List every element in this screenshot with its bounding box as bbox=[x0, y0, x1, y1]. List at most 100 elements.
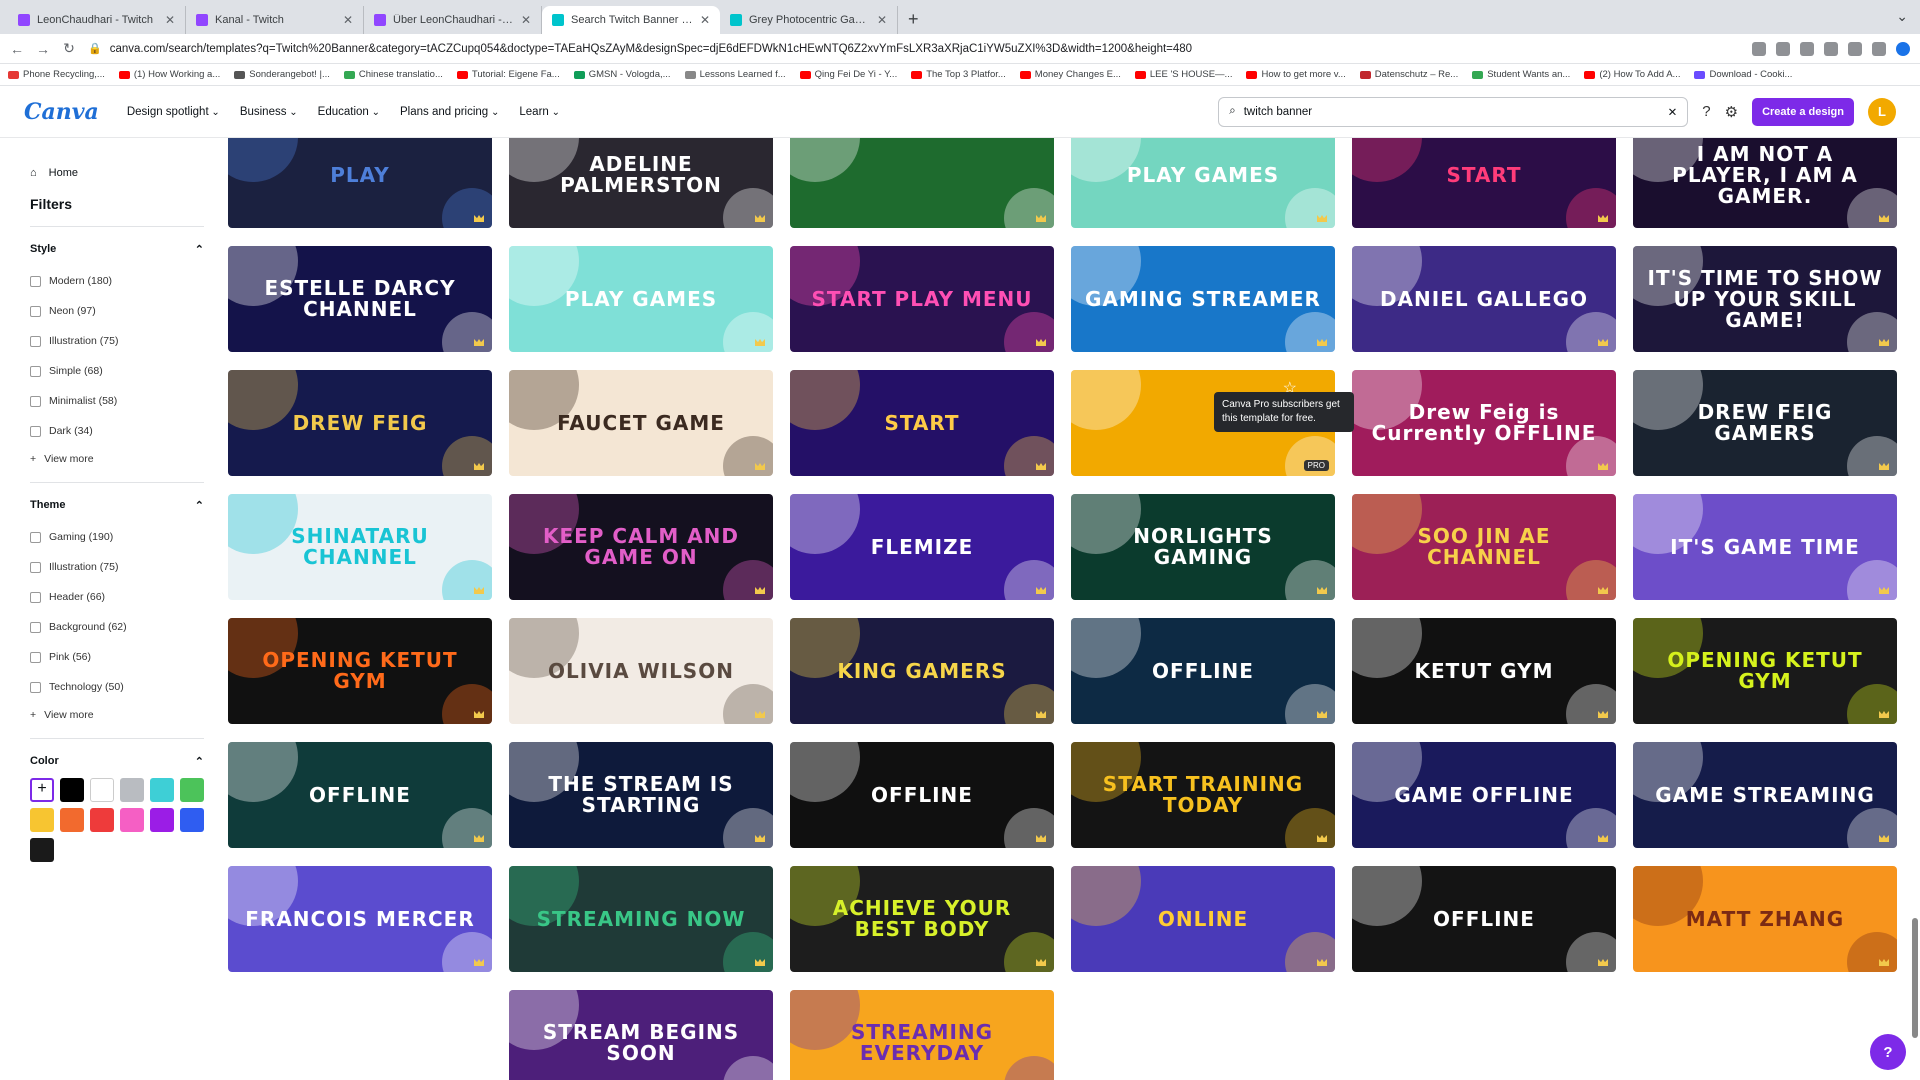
color-swatch[interactable] bbox=[150, 808, 174, 832]
template-card[interactable]: START bbox=[1352, 138, 1616, 228]
user-avatar[interactable]: L bbox=[1868, 97, 1896, 126]
bookmark-item[interactable]: Datenschutz – Re... bbox=[1359, 69, 1458, 80]
template-card[interactable]: STREAMING NOW bbox=[509, 866, 773, 972]
template-card[interactable]: DANIEL GALLEGO bbox=[1352, 246, 1616, 352]
checkbox[interactable] bbox=[30, 621, 41, 633]
bookmark-item[interactable]: (2) How To Add A... bbox=[1584, 69, 1680, 80]
bookmark-item[interactable]: (1) How Working a... bbox=[118, 69, 220, 80]
bookmark-item[interactable]: Sonderangebot! |... bbox=[234, 69, 330, 80]
template-card[interactable]: PLAY GAMES bbox=[509, 246, 773, 352]
template-card[interactable]: DREW FEIG bbox=[228, 370, 492, 476]
checkbox[interactable] bbox=[30, 275, 41, 287]
browser-tab[interactable]: LeonChaudhari - Twitch ✕ bbox=[8, 6, 186, 34]
template-card[interactable]: SHINATARU CHANNEL bbox=[228, 494, 492, 600]
tab-close-icon[interactable]: ✕ bbox=[877, 13, 887, 27]
scrollbar[interactable] bbox=[1912, 918, 1918, 1038]
bookmark-item[interactable]: Phone Recycling,... bbox=[8, 69, 105, 80]
tab-close-icon[interactable]: ✕ bbox=[700, 13, 710, 27]
bookmark-item[interactable]: Money Changes E... bbox=[1019, 69, 1121, 80]
template-card[interactable]: IT'S GAME TIME bbox=[1633, 494, 1897, 600]
style-filter-option[interactable]: Modern (180) bbox=[30, 266, 204, 296]
template-card[interactable]: START PLAY MENU bbox=[790, 246, 1054, 352]
template-card[interactable]: Drew Feig is Currently OFFLINE bbox=[1352, 370, 1616, 476]
style-view-more[interactable]: + View more bbox=[30, 446, 204, 472]
add-color-swatch[interactable]: + bbox=[30, 778, 54, 802]
checkbox[interactable] bbox=[30, 651, 41, 663]
bookmark-item[interactable]: GMSN - Vologda,... bbox=[573, 69, 671, 80]
color-swatch[interactable] bbox=[180, 778, 204, 802]
template-card[interactable]: OPENING KETUT GYM bbox=[1633, 618, 1897, 724]
theme-filter-option[interactable]: Header (66) bbox=[30, 582, 204, 612]
color-swatch[interactable] bbox=[120, 778, 144, 802]
color-swatch[interactable] bbox=[90, 808, 114, 832]
reload-icon[interactable]: ↻ bbox=[62, 40, 76, 57]
checkbox[interactable] bbox=[30, 365, 41, 377]
checkbox[interactable] bbox=[30, 305, 41, 317]
template-card[interactable]: PLAY GAMES bbox=[1071, 138, 1335, 228]
bookmark-item[interactable]: Qing Fei De Yi - Y... bbox=[799, 69, 897, 80]
template-card[interactable]: THE STREAM IS STARTING bbox=[509, 742, 773, 848]
checkbox[interactable] bbox=[30, 681, 41, 693]
theme-filter-option[interactable]: Illustration (75) bbox=[30, 552, 204, 582]
template-card[interactable]: ESTELLE DARCY CHANNEL bbox=[228, 246, 492, 352]
profile-icon[interactable] bbox=[1896, 41, 1910, 56]
color-swatch[interactable] bbox=[180, 808, 204, 832]
template-card[interactable]: KEEP CALM AND GAME ON bbox=[509, 494, 773, 600]
template-card[interactable]: STREAM BEGINS SOON bbox=[509, 990, 773, 1080]
template-card[interactable]: DREW FEIG GAMERS bbox=[1633, 370, 1897, 476]
extension-icon[interactable] bbox=[1824, 41, 1838, 56]
checkbox[interactable] bbox=[30, 591, 41, 603]
style-filter-option[interactable]: Dark (34) bbox=[30, 416, 204, 446]
checkbox[interactable] bbox=[30, 335, 41, 347]
style-filter-option[interactable]: Simple (68) bbox=[30, 356, 204, 386]
color-swatch[interactable] bbox=[30, 838, 54, 862]
theme-filter-option[interactable]: Gaming (190) bbox=[30, 522, 204, 552]
style-filter-option[interactable]: Illustration (75) bbox=[30, 326, 204, 356]
back-icon[interactable]: ← bbox=[10, 41, 24, 57]
bookmark-star-icon[interactable] bbox=[1800, 41, 1814, 56]
nav-item[interactable]: Education bbox=[318, 106, 380, 118]
checkbox[interactable] bbox=[30, 425, 41, 437]
template-card[interactable]: ONLINE bbox=[1071, 866, 1335, 972]
color-swatch[interactable] bbox=[150, 778, 174, 802]
help-icon[interactable]: ? bbox=[1702, 103, 1710, 121]
bookmark-item[interactable]: How to get more v... bbox=[1246, 69, 1346, 80]
template-card[interactable]: ACHIEVE YOUR BEST BODY bbox=[790, 866, 1054, 972]
template-card[interactable]: SOO JIN AE CHANNEL bbox=[1352, 494, 1616, 600]
template-card[interactable]: OFFLINE bbox=[1352, 866, 1616, 972]
bookmark-item[interactable]: Download - Cooki... bbox=[1694, 69, 1792, 80]
help-button[interactable]: ? bbox=[1870, 1034, 1906, 1070]
clear-search-icon[interactable]: ✕ bbox=[1668, 105, 1678, 119]
checkbox[interactable] bbox=[30, 561, 41, 573]
template-card[interactable]: GAMING STREAMER bbox=[1071, 246, 1335, 352]
style-filter-option[interactable]: Neon (97) bbox=[30, 296, 204, 326]
template-card[interactable] bbox=[790, 138, 1054, 228]
tab-close-icon[interactable]: ✕ bbox=[521, 13, 531, 27]
template-card[interactable]: FLEMIZE bbox=[790, 494, 1054, 600]
color-swatch[interactable] bbox=[90, 778, 114, 802]
template-card[interactable]: ADELINE PALMERSTON bbox=[509, 138, 773, 228]
nav-item[interactable]: Plans and pricing bbox=[400, 106, 499, 118]
bookmark-item[interactable]: LEE 'S HOUSE—... bbox=[1134, 69, 1232, 80]
theme-view-more[interactable]: + View more bbox=[30, 702, 204, 728]
browser-tab[interactable]: Grey Photocentric Game Nigh... ✕ bbox=[720, 6, 898, 34]
template-card[interactable]: START bbox=[790, 370, 1054, 476]
template-card[interactable]: OPENING KETUT GYM bbox=[228, 618, 492, 724]
nav-item[interactable]: Business bbox=[240, 106, 298, 118]
address-bar[interactable]: 🔒 canva.com/search/templates?q=Twitch%20… bbox=[88, 37, 1740, 61]
style-filter-option[interactable]: Minimalist (58) bbox=[30, 386, 204, 416]
template-card[interactable]: GAME OFFLINE bbox=[1352, 742, 1616, 848]
browser-tab[interactable]: Kanal - Twitch ✕ bbox=[186, 6, 364, 34]
template-card[interactable]: PLAY bbox=[228, 138, 492, 228]
template-card[interactable]: NORLIGHTS GAMING bbox=[1071, 494, 1335, 600]
theme-filter-option[interactable]: Pink (56) bbox=[30, 642, 204, 672]
browser-tab[interactable]: Search Twitch Banner - Canva ✕ bbox=[542, 6, 720, 34]
sidebar-icon[interactable] bbox=[1872, 41, 1886, 56]
template-card[interactable]: FAUCET GAME bbox=[509, 370, 773, 476]
bookmark-item[interactable]: Tutorial: Eigene Fa... bbox=[456, 69, 560, 80]
new-tab-button[interactable]: + bbox=[898, 9, 929, 34]
template-card[interactable]: GAME STREAMING bbox=[1633, 742, 1897, 848]
translate-icon[interactable] bbox=[1752, 41, 1766, 56]
browser-tab[interactable]: Über LeonChaudhari - Twitch ✕ bbox=[364, 6, 542, 34]
create-design-button[interactable]: Create a design bbox=[1752, 97, 1854, 126]
